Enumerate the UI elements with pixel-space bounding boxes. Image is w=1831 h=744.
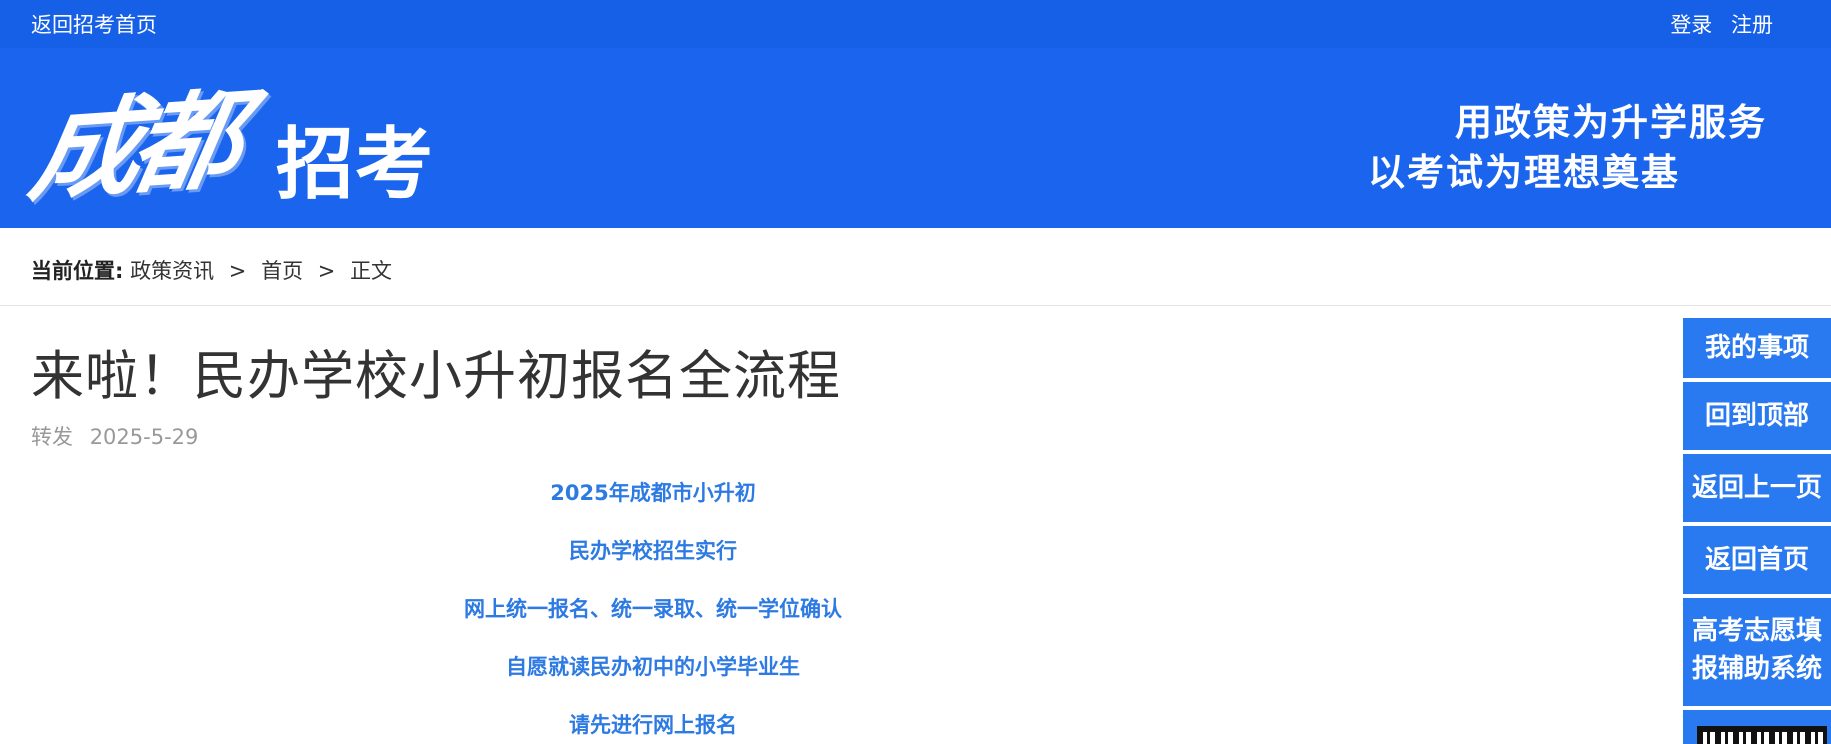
article-paragraph: 民办学校招生实行	[569, 539, 737, 563]
article-title: 来啦！民办学校小升初报名全流程	[31, 346, 841, 407]
breadcrumb-label: 当前位置:	[31, 259, 124, 283]
side-btn-volunteer-system[interactable]: 高考志愿填报辅助系统	[1683, 598, 1831, 706]
side-btn-my-items[interactable]: 我的事项	[1683, 318, 1831, 378]
site-logo[interactable]: 成都 招考	[22, 60, 436, 220]
header-banner: 成都 招考 用政策为升学服务 以考试为理想奠基	[0, 48, 1831, 228]
side-btn-back-previous[interactable]: 返回上一页	[1683, 454, 1831, 522]
article-paragraph: 自愿就读民办初中的小学毕业生	[506, 655, 800, 679]
register-link[interactable]: 注册	[1731, 13, 1773, 37]
login-link[interactable]: 登录	[1670, 13, 1712, 37]
side-btn-back-home[interactable]: 返回首页	[1683, 526, 1831, 594]
slogan-line-2: 以考试为理想奠基	[1368, 150, 1680, 194]
slogan-line-1: 用政策为升学服务	[1455, 100, 1767, 144]
breadcrumb-separator: >	[228, 259, 247, 283]
article-paragraph: 2025年成都市小升初	[550, 481, 756, 505]
divider	[0, 305, 1831, 306]
article-content: 2025年成都市小升初 民办学校招生实行 网上统一报名、统一录取、统一学位确认 …	[0, 478, 1306, 744]
auth-links: 登录 注册	[1658, 9, 1773, 39]
logo-calligraphy: 成都	[21, 77, 244, 217]
side-nav: 我的事项 回到顶部 返回上一页 返回首页 高考志愿填报辅助系统	[1683, 318, 1831, 744]
top-bar: 返回招考首页 登录 注册	[0, 0, 1831, 48]
back-to-exam-home-link[interactable]: 返回招考首页	[31, 9, 157, 39]
breadcrumb-item-policy[interactable]: 政策资讯	[130, 259, 214, 283]
logo-text: 招考	[276, 120, 435, 210]
article-source: 转发	[31, 425, 73, 449]
article-paragraph: 请先进行网上报名	[569, 713, 737, 737]
article-date: 2025-5-29	[89, 425, 199, 449]
breadcrumb-separator: >	[317, 259, 336, 283]
qr-code-panel	[1683, 710, 1831, 744]
qr-code-icon	[1697, 726, 1827, 744]
side-btn-back-to-top[interactable]: 回到顶部	[1683, 382, 1831, 450]
breadcrumb: 当前位置: 政策资讯 > 首页 > 正文	[31, 255, 392, 285]
breadcrumb-item-current: 正文	[350, 259, 393, 283]
article-meta: 转发 2025-5-29	[31, 421, 198, 451]
article-paragraph: 网上统一报名、统一录取、统一学位确认	[464, 597, 842, 621]
breadcrumb-item-home[interactable]: 首页	[261, 259, 303, 283]
